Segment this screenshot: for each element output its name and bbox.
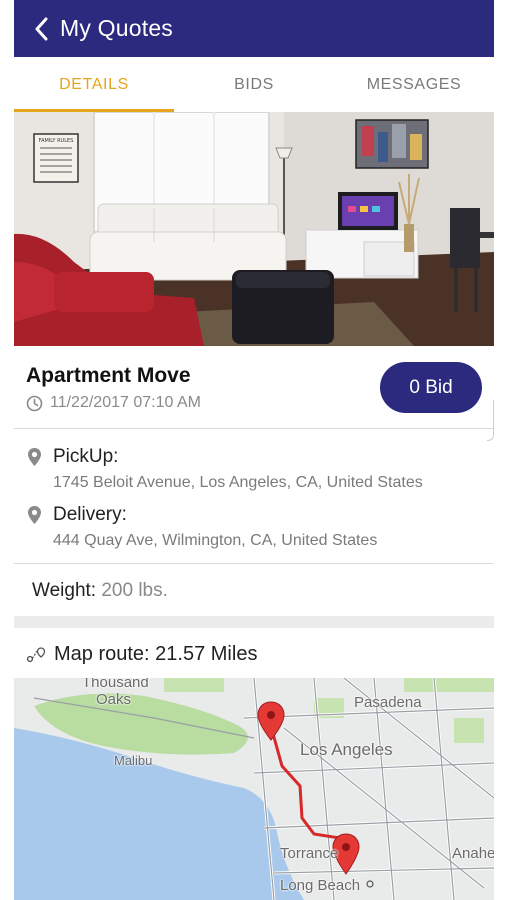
location-pin-icon	[28, 448, 41, 466]
divider	[14, 563, 494, 564]
quote-summary: Apartment Move 11/22/2017 07:10 AM 0 Bid	[14, 346, 494, 428]
bid-button[interactable]: 0 Bid	[380, 362, 482, 413]
page-title: My Quotes	[60, 15, 174, 41]
section-separator	[14, 616, 494, 628]
map-label-torrance: Torrance	[280, 845, 339, 862]
map-label-long-beach: Long Beach	[280, 877, 361, 894]
back-button[interactable]	[34, 14, 56, 44]
map-route-text: Map route: 21.57 Miles	[54, 643, 258, 665]
weight-value: 200 lbs.	[101, 580, 168, 601]
scroll-indicator	[487, 400, 494, 441]
weight-label: Weight:	[32, 580, 97, 601]
pickup-pin-icon	[257, 701, 285, 741]
poster-text: FAMILY RULES	[39, 138, 74, 144]
weight-row: Weight: 200 lbs.	[32, 580, 168, 602]
tab-bids[interactable]: BIDS	[174, 57, 334, 112]
map-route-row: Map route: 21.57 Miles	[26, 643, 257, 666]
datetime-text: 11/22/2017 07:10 AM	[50, 394, 201, 411]
route-icon	[26, 646, 46, 662]
map-label-malibu: Malibu	[114, 753, 153, 768]
tab-bar: DETAILS BIDS MESSAGES	[14, 57, 494, 112]
map-label-thousand-oaks: Thousand	[82, 678, 149, 691]
route-map[interactable]: Thousand Oaks Pasadena Los Angeles Malib…	[14, 678, 494, 900]
chevron-left-icon	[35, 17, 48, 40]
pickup-address: 1745 Beloit Avenue, Los Angeles, CA, Uni…	[53, 474, 423, 491]
map-label-los-angeles: Los Angeles	[300, 740, 393, 759]
pickup-label: PickUp:	[53, 446, 119, 467]
move-title: Apartment Move	[26, 364, 191, 387]
app-header: My Quotes	[14, 0, 494, 57]
clock-icon	[26, 395, 43, 411]
map-label-oaks: Oaks	[96, 691, 132, 708]
delivery-section: Delivery: 444 Quay Ave, Wilmington, CA, …	[26, 504, 377, 550]
delivery-label: Delivery:	[53, 504, 127, 525]
app-screen: My Quotes DETAILS BIDS MESSAGES FAMILY R…	[14, 0, 494, 900]
tab-details[interactable]: DETAILS	[14, 57, 174, 112]
divider	[14, 428, 494, 429]
map-label-pasadena: Pasadena	[354, 694, 422, 711]
apartment-photo: FAMILY RULES	[14, 112, 494, 346]
delivery-address: 444 Quay Ave, Wilmington, CA, United Sta…	[53, 532, 378, 549]
move-datetime: 11/22/2017 07:10 AM	[26, 394, 201, 412]
map-label-anaheim: Anahe	[452, 845, 494, 862]
pickup-section: PickUp: 1745 Beloit Avenue, Los Angeles,…	[26, 446, 423, 492]
tab-messages[interactable]: MESSAGES	[334, 57, 494, 112]
location-pin-icon	[28, 506, 41, 524]
